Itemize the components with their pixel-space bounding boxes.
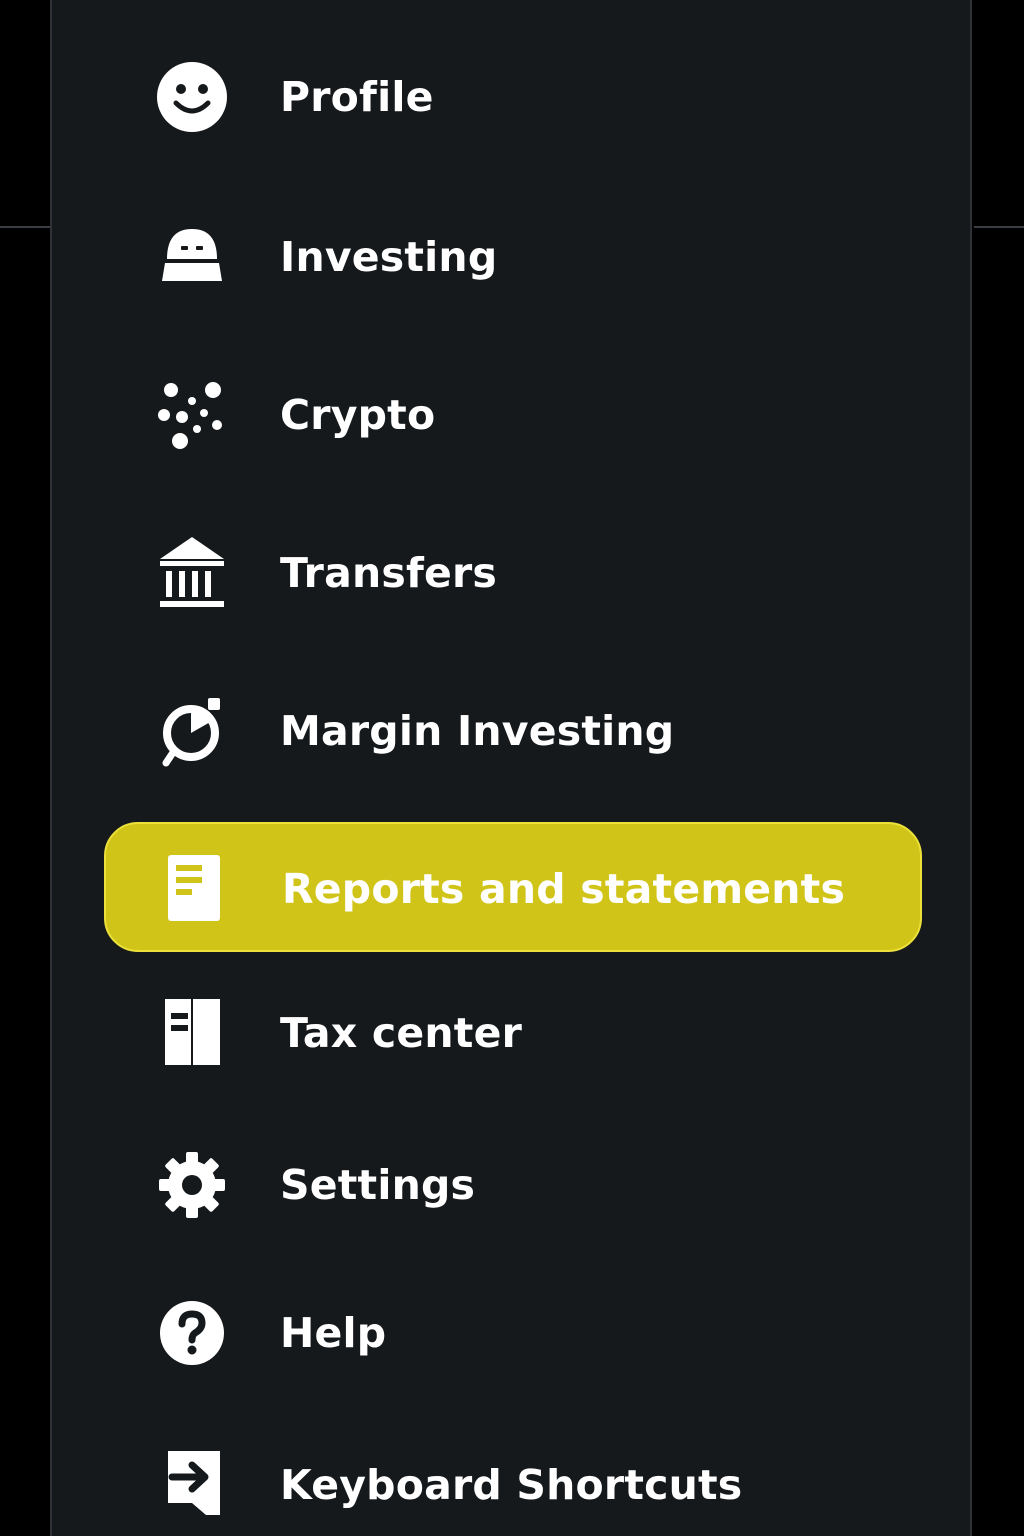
menu-item-keyboard-shortcuts[interactable]: Keyboard Shortcuts — [104, 1420, 922, 1536]
menu-item-label: Help — [280, 1309, 387, 1357]
menu-item-profile[interactable]: Profile — [104, 32, 922, 162]
right-divider — [974, 226, 1024, 228]
crypto-network-icon — [154, 377, 230, 453]
question-circle-icon — [154, 1295, 230, 1371]
menu-item-label: Transfers — [280, 549, 498, 597]
tax-book-icon — [154, 995, 230, 1071]
document-icon — [156, 851, 232, 927]
margin-gauge-icon — [154, 693, 230, 769]
menu-item-label: Settings — [280, 1161, 476, 1209]
menu-item-investing[interactable]: Investing — [104, 192, 922, 322]
account-menu-panel: Profile Investing Crypto Transfers Margi… — [50, 0, 972, 1536]
investing-robot-icon — [154, 219, 230, 295]
menu-item-label: Reports and statements — [282, 865, 846, 913]
menu-item-help[interactable]: Help — [104, 1268, 922, 1398]
arrow-right-box-icon — [154, 1447, 230, 1523]
menu-item-crypto[interactable]: Crypto — [104, 350, 922, 480]
smiley-face-icon — [154, 59, 230, 135]
menu-item-reports-and-statements[interactable]: Reports and statements — [104, 822, 922, 952]
menu-item-margin-investing[interactable]: Margin Investing — [104, 666, 922, 796]
menu-item-label: Crypto — [280, 391, 436, 439]
menu-item-transfers[interactable]: Transfers — [104, 508, 922, 638]
menu-item-label: Profile — [280, 73, 434, 121]
menu-item-tax-center[interactable]: Tax center — [104, 968, 922, 1098]
menu-item-label: Keyboard Shortcuts — [280, 1461, 743, 1509]
menu-item-settings[interactable]: Settings — [104, 1120, 922, 1250]
menu-item-label: Margin Investing — [280, 707, 675, 755]
bank-icon — [154, 535, 230, 611]
left-divider — [0, 226, 50, 228]
menu-item-label: Investing — [280, 233, 498, 281]
menu-item-label: Tax center — [280, 1009, 522, 1057]
gear-icon — [154, 1147, 230, 1223]
screen: Profile Investing Crypto Transfers Margi… — [0, 0, 1024, 1536]
